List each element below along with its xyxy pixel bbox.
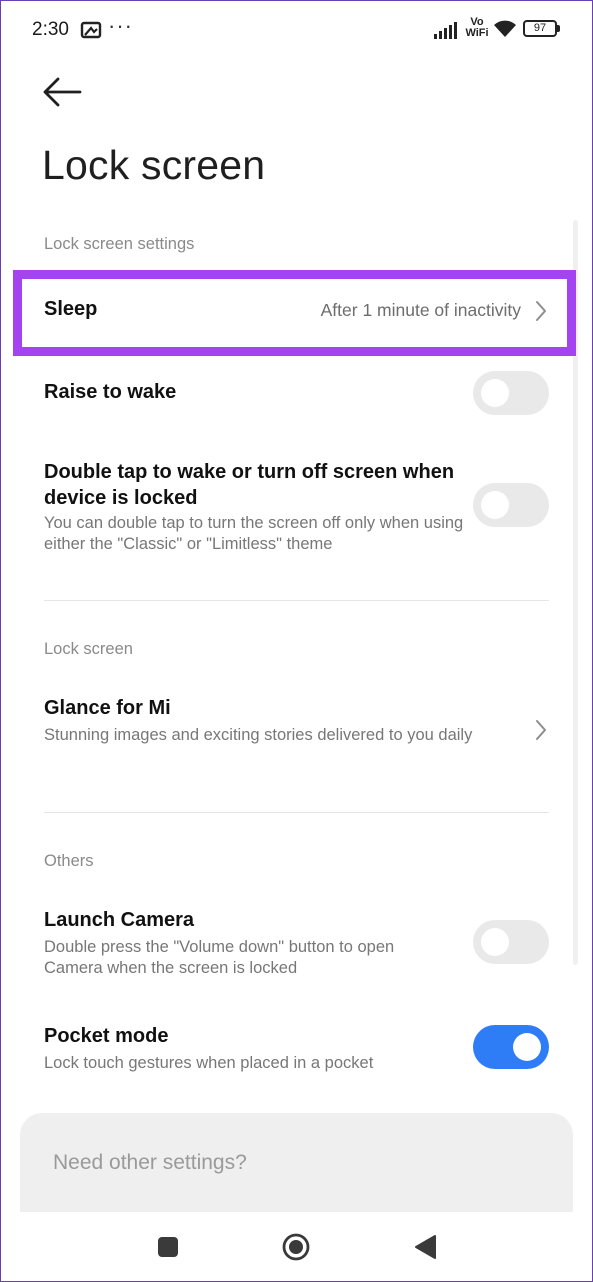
divider [44,600,549,601]
chevron-right-icon [536,720,546,740]
picture-in-picture-icon [80,21,102,39]
status-time: 2:30 [32,19,69,40]
double-tap-subtitle: You can double tap to turn the screen of… [44,514,464,553]
launch-camera-title: Launch Camera [44,909,195,931]
section-label-others: Others [44,852,94,870]
battery-level: 97 [533,22,547,34]
toggle-knob [481,491,509,519]
glance-subtitle: Stunning images and exciting stories del… [44,726,473,744]
back-arrow-icon[interactable] [40,74,84,110]
toggle-knob [481,379,509,407]
raise-to-wake-title: Raise to wake [44,381,177,403]
double-tap-toggle[interactable] [473,483,549,527]
status-bar: 2:30 ··· Vo WiFi 97 [0,0,593,62]
wifi-icon [494,20,516,37]
pocket-mode-subtitle: Lock touch gestures when placed in a poc… [44,1054,374,1072]
launch-camera-toggle[interactable] [473,920,549,964]
double-tap-title: Double tap to wake or turn off screen wh… [44,461,455,509]
page-title: Lock screen [42,142,266,188]
launch-camera-subtitle: Double press the "Volume down" button to… [44,938,395,977]
section-label-lock-screen: Lock screen [44,640,133,658]
wifi-label: WiFi [465,27,489,39]
need-other-settings-text: Need other settings? [53,1151,247,1174]
home-circle-icon[interactable] [282,1233,310,1261]
navigation-bar [0,1212,593,1282]
signal-icon [434,22,457,39]
recents-square-icon[interactable] [157,1236,179,1258]
toggle-knob [481,928,509,956]
section-label-lock-screen-settings: Lock screen settings [44,235,195,253]
toggle-knob [513,1033,541,1061]
pocket-mode-toggle[interactable] [473,1025,549,1069]
back-triangle-icon[interactable] [413,1234,437,1260]
more-dots-icon: ··· [108,13,133,38]
vowifi-icon: Vo WiFi [463,17,491,39]
divider [44,812,549,813]
pocket-mode-title: Pocket mode [44,1025,169,1047]
highlight-box [13,270,576,356]
battery-icon: 97 [523,20,557,37]
battery-cap [557,25,560,32]
raise-to-wake-toggle[interactable] [473,371,549,415]
glance-title: Glance for Mi [44,697,171,719]
